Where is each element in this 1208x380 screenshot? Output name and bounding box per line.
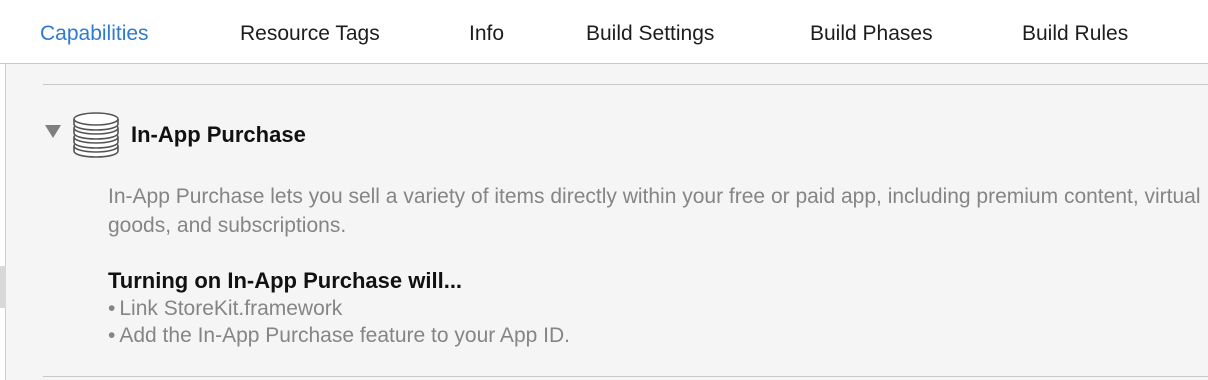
disclosure-triangle-down-icon[interactable] [45, 125, 61, 138]
section-divider-bottom [43, 376, 1208, 377]
effects-heading: Turning on In-App Purchase will... [108, 268, 463, 293]
effects-list: • Link StoreKit.framework • Add the In-App… [108, 295, 570, 349]
effect-text: Add the In-App Purchase feature to your … [119, 324, 570, 347]
sidebar-scroll-indicator [0, 266, 6, 308]
bullet-dot: • [108, 324, 116, 347]
editor-tab-bar: Capabilities Resource Tags Info Build Se… [0, 0, 1208, 64]
bullet-dot: • [108, 297, 116, 320]
tab-build-rules[interactable]: Build Rules [1022, 20, 1128, 48]
tab-build-phases[interactable]: Build Phases [810, 20, 933, 48]
tab-capabilities[interactable]: Capabilities [40, 20, 149, 48]
capability-title: In-App Purchase [131, 122, 306, 147]
tab-resource-tags[interactable]: Resource Tags [240, 20, 380, 48]
section-divider-top [43, 84, 1208, 85]
coins-stack-icon [73, 112, 119, 158]
tab-build-settings[interactable]: Build Settings [586, 20, 714, 48]
effect-text: Link StoreKit.framework [119, 297, 343, 320]
list-item: • Add the In-App Purchase feature to your… [108, 322, 570, 349]
list-item: • Link StoreKit.framework [108, 295, 570, 322]
left-sidebar-edge [0, 64, 6, 380]
capability-description: In-App Purchase lets you sell a variety … [108, 185, 1201, 237]
tab-info[interactable]: Info [469, 20, 504, 48]
